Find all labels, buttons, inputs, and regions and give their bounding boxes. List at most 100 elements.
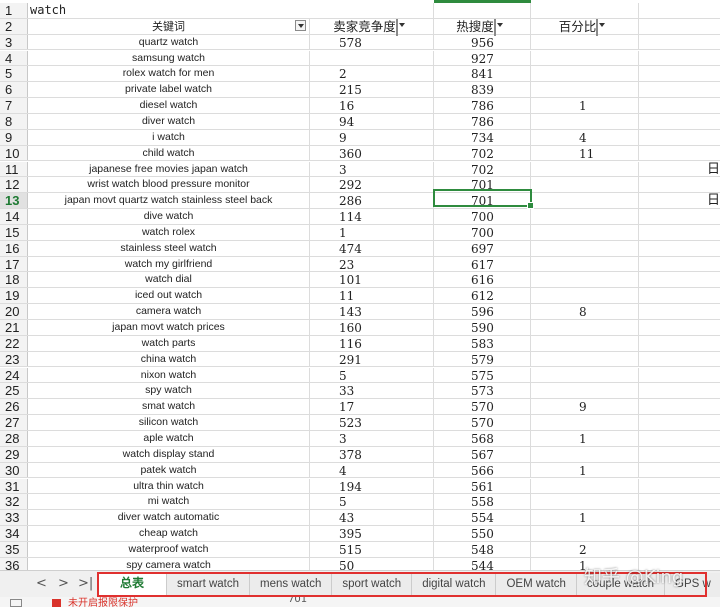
overflow-cell[interactable]: [639, 177, 720, 192]
heat-cell[interactable]: 786: [434, 98, 531, 113]
heat-cell[interactable]: 583: [434, 335, 531, 351]
sheet-tab[interactable]: OEM watch: [496, 573, 577, 597]
overflow-cell[interactable]: [639, 272, 720, 287]
percent-cell[interactable]: [531, 272, 639, 288]
overflow-cell[interactable]: [639, 383, 720, 398]
keyword-cell[interactable]: diver watch: [28, 113, 310, 129]
row-number[interactable]: 5: [0, 66, 28, 81]
row-number[interactable]: 9: [0, 129, 28, 145]
competition-cell[interactable]: 9: [310, 129, 434, 145]
keyword-cell[interactable]: rolex watch for men: [28, 66, 310, 82]
percent-cell[interactable]: [531, 113, 639, 129]
heat-cell[interactable]: 561: [434, 478, 531, 494]
overflow-cell[interactable]: [639, 209, 720, 224]
percent-cell[interactable]: [531, 34, 639, 50]
overflow-cell[interactable]: [639, 368, 720, 383]
percent-cell[interactable]: [531, 367, 639, 383]
heat-cell[interactable]: 956: [434, 34, 531, 50]
overflow-cell[interactable]: [639, 479, 720, 494]
keyword-cell[interactable]: china watch: [28, 351, 310, 367]
status-text[interactable]: 未开启报限保护: [68, 597, 138, 607]
keyword-cell[interactable]: camera watch: [28, 304, 310, 319]
heat-cell[interactable]: 700: [434, 224, 531, 240]
competition-cell[interactable]: 360: [310, 145, 434, 161]
competition-cell[interactable]: 3: [310, 430, 434, 446]
competition-cell[interactable]: 114: [310, 209, 434, 224]
keyword-cell[interactable]: waterproof watch: [28, 541, 310, 557]
competition-cell[interactable]: 2: [310, 66, 434, 81]
grid-cell[interactable]: [639, 3, 720, 18]
row-number[interactable]: 11: [0, 161, 28, 176]
competition-cell[interactable]: 11: [310, 288, 434, 303]
heat-cell[interactable]: 550: [434, 526, 531, 541]
competition-cell[interactable]: 194: [310, 478, 434, 494]
heat-cell[interactable]: 575: [434, 367, 531, 383]
row-number[interactable]: 20: [0, 304, 28, 319]
heat-cell[interactable]: 579: [434, 351, 531, 367]
overflow-cell[interactable]: [639, 225, 720, 240]
competition-cell[interactable]: 16: [310, 98, 434, 113]
percent-cell[interactable]: 1: [531, 462, 639, 478]
filter-dropdown-icon[interactable]: [596, 18, 599, 36]
overflow-cell[interactable]: [639, 415, 720, 430]
heat-cell[interactable]: 548: [434, 541, 531, 557]
row-number[interactable]: 7: [0, 98, 28, 113]
percent-cell[interactable]: 2: [531, 541, 639, 557]
heat-cell[interactable]: 544: [434, 557, 531, 570]
percent-cell[interactable]: 9: [531, 399, 639, 414]
heat-cell[interactable]: 570: [434, 399, 531, 414]
keyword-cell[interactable]: watch display stand: [28, 446, 310, 462]
heat-cell[interactable]: 554: [434, 510, 531, 525]
overflow-cell[interactable]: [639, 510, 720, 525]
heat-cell[interactable]: 927: [434, 50, 531, 66]
competition-cell[interactable]: 395: [310, 526, 434, 541]
overflow-cell[interactable]: [639, 526, 720, 541]
row-number[interactable]: 30: [0, 462, 28, 478]
row-number[interactable]: 27: [0, 415, 28, 430]
overflow-cell[interactable]: [639, 399, 720, 414]
percent-cell[interactable]: [531, 82, 639, 98]
competition-cell[interactable]: 101: [310, 272, 434, 287]
percent-cell[interactable]: [531, 415, 639, 430]
tab-scroll-prev-button[interactable]: <: [36, 576, 47, 591]
competition-cell[interactable]: 292: [310, 177, 434, 192]
competition-cell[interactable]: 116: [310, 335, 434, 351]
keyword-cell[interactable]: watch my girlfriend: [28, 256, 310, 272]
sheet-tab[interactable]: smart watch: [167, 573, 251, 597]
competition-cell[interactable]: 515: [310, 541, 434, 557]
percent-cell[interactable]: [531, 335, 639, 351]
row-number[interactable]: 12: [0, 177, 28, 192]
competition-cell[interactable]: 4: [310, 462, 434, 478]
row-number[interactable]: 16: [0, 240, 28, 256]
competition-cell[interactable]: 578: [310, 34, 434, 50]
heat-cell[interactable]: 568: [434, 430, 531, 446]
competition-cell[interactable]: 23: [310, 256, 434, 272]
overflow-cell[interactable]: [639, 320, 720, 335]
tab-scroll-next-button[interactable]: >: [58, 576, 69, 591]
percent-cell[interactable]: [531, 240, 639, 256]
filter-dropdown-icon[interactable]: [493, 18, 496, 36]
overflow-cell[interactable]: [639, 352, 720, 367]
keyword-cell[interactable]: watch rolex: [28, 224, 310, 240]
percent-cell[interactable]: 1: [531, 98, 639, 113]
keyword-cell[interactable]: iced out watch: [28, 288, 310, 304]
row-number[interactable]: 8: [0, 113, 28, 129]
percent-cell[interactable]: [531, 256, 639, 272]
overflow-cell[interactable]: [639, 98, 720, 113]
keyword-cell[interactable]: smat watch: [28, 399, 310, 415]
keyword-cell[interactable]: private label watch: [28, 82, 310, 98]
keyword-cell[interactable]: patek watch: [28, 462, 310, 478]
percent-header[interactable]: 百分比: [531, 18, 639, 36]
keyword-cell[interactable]: watch dial: [28, 272, 310, 288]
keyword-cell[interactable]: dive watch: [28, 209, 310, 224]
competition-cell[interactable]: 17: [310, 399, 434, 414]
row-number[interactable]: 26: [0, 399, 28, 414]
row-number[interactable]: 22: [0, 335, 28, 351]
percent-cell[interactable]: [531, 478, 639, 494]
sheet-tab[interactable]: mens watch: [250, 573, 333, 597]
competition-cell[interactable]: 378: [310, 446, 434, 462]
sheet-tab[interactable]: sport watch: [332, 573, 413, 597]
row-number[interactable]: 33: [0, 510, 28, 525]
row-number[interactable]: 19: [0, 288, 28, 303]
overflow-cell[interactable]: [639, 336, 720, 351]
